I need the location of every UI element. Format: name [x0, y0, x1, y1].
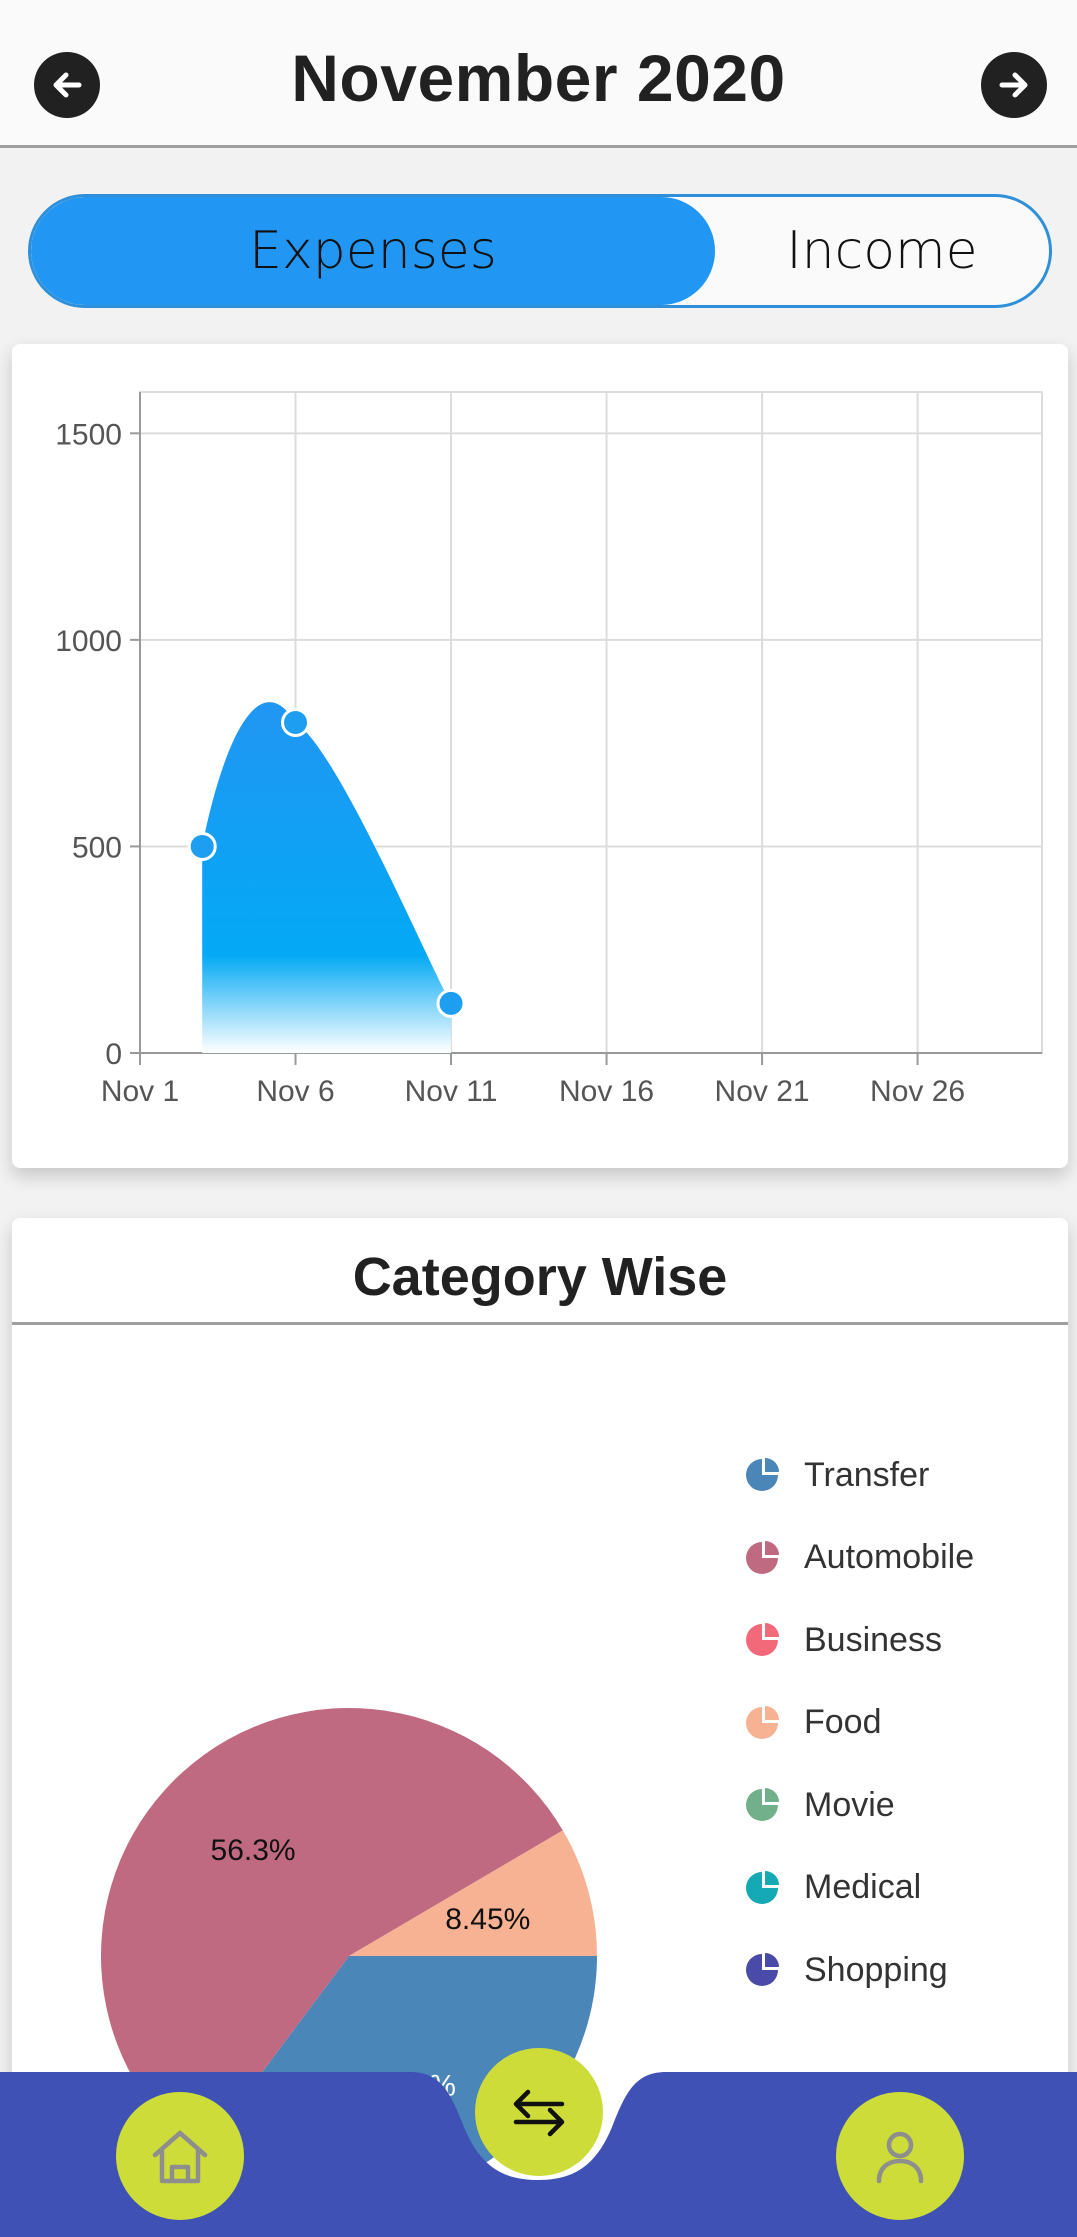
- legend-item-movie[interactable]: Movie: [742, 1764, 974, 1847]
- x-tick-label: Nov 21: [715, 1075, 810, 1108]
- user-icon: [876, 2131, 924, 2184]
- home-button[interactable]: [116, 2092, 244, 2220]
- pie-chart-icon: [746, 1953, 779, 1987]
- bottom-navigation: [0, 2048, 1077, 2237]
- pie-chart-icon: [746, 1870, 779, 1904]
- legend-label: Movie: [804, 1785, 895, 1824]
- x-tick-label: Nov 11: [405, 1075, 498, 1108]
- pie-label: 56.3%: [211, 1834, 296, 1867]
- data-point: [187, 831, 217, 861]
- x-tick-label: Nov 1: [101, 1075, 179, 1108]
- expense-area-chart: 0 500 1000 1500 Nov 1 Nov 6 Nov 11 Nov 16 Nov 21…: [55, 391, 1043, 1108]
- home-icon: [152, 2130, 208, 2184]
- category-legend: Transfer Automobile Business Food Movie Medic…: [742, 1434, 974, 2012]
- legend-label: Medical: [804, 1868, 922, 1907]
- legend-item-food[interactable]: Food: [742, 1682, 974, 1765]
- y-tick-label: 1500: [55, 418, 122, 451]
- legend-item-shopping[interactable]: Shopping: [742, 1929, 974, 2012]
- swap-arrows-icon: [513, 2089, 565, 2137]
- pie-label: 8.45%: [445, 1903, 530, 1936]
- x-tick-label: Nov 6: [256, 1075, 334, 1108]
- x-tick-label: Nov 26: [870, 1075, 965, 1108]
- transactions-button[interactable]: [475, 2048, 603, 2176]
- legend-label: Transfer: [804, 1455, 930, 1494]
- category-divider: [12, 1322, 1068, 1325]
- expense-trend-card: 0 500 1000 1500 Nov 1 Nov 6 Nov 11 Nov 16 Nov 21…: [12, 344, 1068, 1168]
- legend-item-business[interactable]: Business: [742, 1599, 974, 1682]
- legend-label: Automobile: [804, 1538, 975, 1577]
- legend-item-transfer[interactable]: Transfer: [742, 1434, 974, 1517]
- pie-chart-icon: [746, 1540, 779, 1574]
- pie-chart-icon: [746, 1458, 779, 1492]
- month-title: November 2020: [291, 41, 786, 115]
- data-point: [281, 708, 311, 737]
- legend-item-automobile[interactable]: Automobile: [742, 1517, 974, 1600]
- app-header: November 2020: [0, 0, 1077, 148]
- expense-area: [202, 702, 452, 1053]
- expenses-income-toggle: Expenses Income: [28, 194, 1052, 308]
- legend-label: Shopping: [804, 1950, 948, 1989]
- legend-label: Business: [804, 1620, 942, 1659]
- y-tick-label: 0: [105, 1038, 122, 1071]
- legend-label: Food: [804, 1703, 882, 1742]
- x-tick-label: Nov 16: [559, 1075, 654, 1108]
- category-title: Category Wise: [352, 1247, 728, 1307]
- data-point: [436, 988, 466, 1018]
- tab-income[interactable]: Income: [715, 197, 1049, 305]
- pie-chart-icon: [746, 1705, 779, 1739]
- next-month-button[interactable]: [981, 52, 1047, 118]
- y-tick-label: 500: [72, 831, 122, 864]
- tab-expenses[interactable]: Expenses: [31, 197, 715, 305]
- profile-button[interactable]: [836, 2092, 964, 2220]
- y-tick-label: 1000: [55, 625, 122, 658]
- legend-item-medical[interactable]: Medical: [742, 1847, 974, 1930]
- arrow-right-icon: [999, 72, 1028, 98]
- pie-chart-icon: [746, 1788, 779, 1822]
- pie-chart-icon: [746, 1623, 779, 1657]
